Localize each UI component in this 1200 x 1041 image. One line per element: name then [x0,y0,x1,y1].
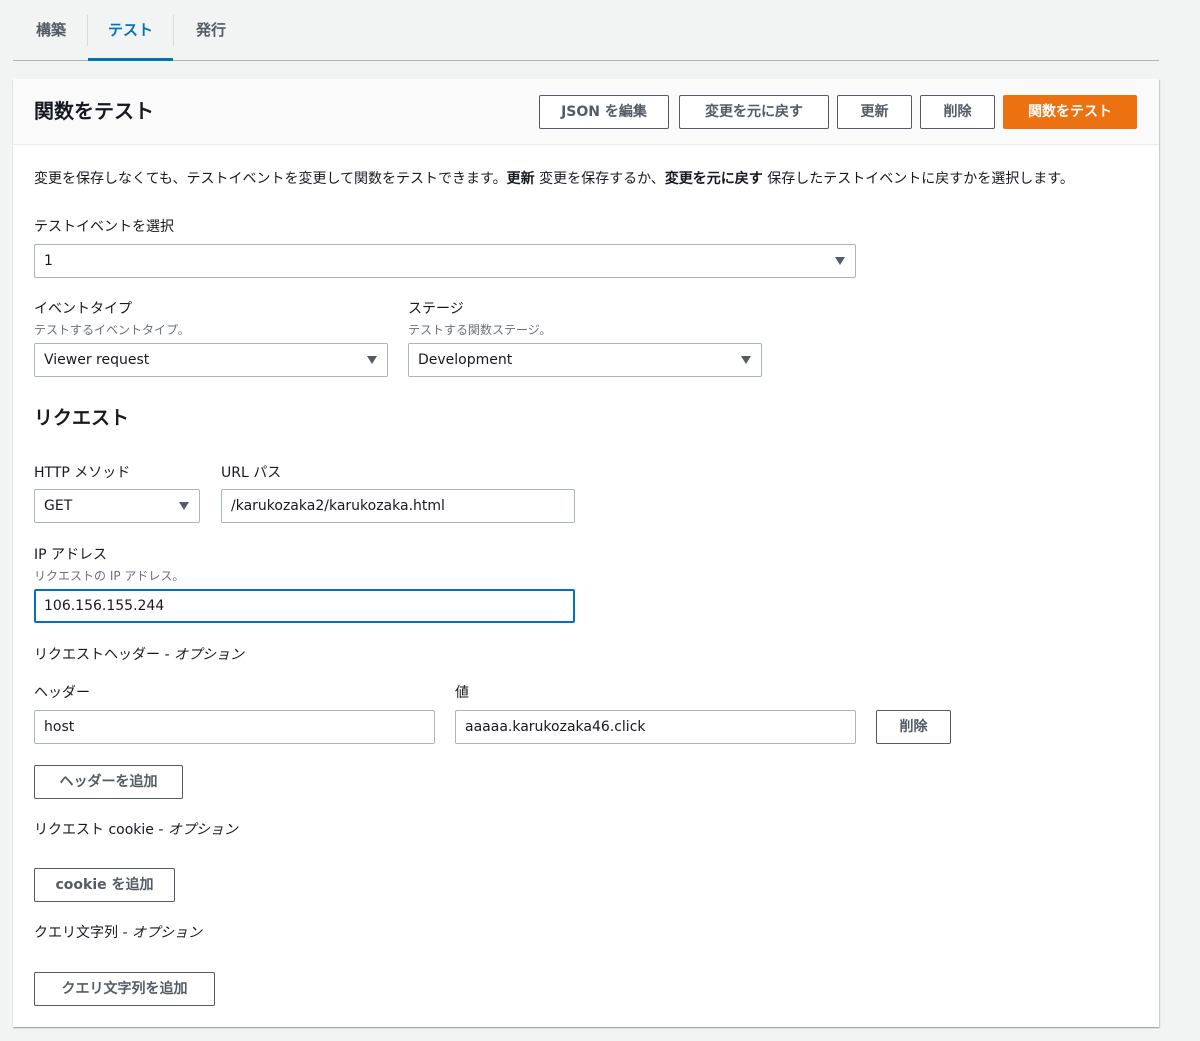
event-type-hint: テストするイベントタイプ。 [34,323,190,337]
test-event-select[interactable]: 1 [34,244,856,278]
event-type-label: イベントタイプ [34,301,132,317]
tab-divider [173,15,174,46]
panel-header: 関数をテスト JSON を編集 変更を元に戻す 更新 削除 関数をテスト [13,79,1159,145]
description-text: 変更を保存しなくても、テストイベントを変更して関数をテストできます。更新 変更を… [34,171,1074,187]
stage-label: ステージ [408,301,464,317]
caret-down-icon [835,257,845,265]
request-heading: リクエスト [34,407,130,429]
url-path-input[interactable]: /karukozaka2/karukozaka.html [221,489,575,523]
test-event-label: テストイベントを選択 [34,219,174,235]
http-method-label: HTTP メソッド [34,465,131,481]
ip-address-hint: リクエストの IP アドレス。 [34,569,185,583]
http-method-select[interactable]: GET [34,489,200,523]
url-path-label: URL パス [221,465,282,481]
stage-select[interactable]: Development [408,343,762,377]
tab-build[interactable]: 構築 [23,0,79,60]
header-column-label: ヘッダー [34,685,90,701]
caret-down-icon [741,356,751,364]
value-column-label: 値 [455,685,469,701]
request-cookie-title: リクエスト cookie - オプション [34,822,238,838]
test-function-panel: 関数をテスト JSON を編集 変更を元に戻す 更新 削除 関数をテスト 変更を… [13,79,1159,1027]
request-headers-title: リクエストヘッダー - オプション [34,647,244,663]
update-button[interactable]: 更新 [837,95,912,129]
test-function-button[interactable]: 関数をテスト [1003,95,1137,129]
add-cookie-button[interactable]: cookie を追加 [34,868,175,902]
revert-changes-button[interactable]: 変更を元に戻す [679,95,829,129]
tab-publish[interactable]: 発行 [183,0,239,60]
delete-button[interactable]: 削除 [920,95,995,129]
query-string-title: クエリ文字列 - オプション [34,925,202,941]
ip-address-input[interactable]: 106.156.155.244 [34,589,575,623]
panel-title: 関数をテスト [34,99,154,123]
header-name-input[interactable]: host [34,710,435,744]
header-value-input[interactable]: aaaaa.karukozaka46.click [455,710,856,744]
add-header-button[interactable]: ヘッダーを追加 [34,765,183,799]
tab-test[interactable]: テスト [88,0,173,61]
ip-address-label: IP アドレス [34,547,108,563]
tab-bar: 構築 テスト 発行 [13,0,1159,61]
stage-hint: テストする関数ステージ。 [408,323,552,337]
caret-down-icon [367,356,377,364]
remove-header-button[interactable]: 削除 [876,710,951,744]
edit-json-button[interactable]: JSON を編集 [539,95,669,129]
caret-down-icon [179,502,189,510]
event-type-select[interactable]: Viewer request [34,343,388,377]
add-query-string-button[interactable]: クエリ文字列を追加 [34,972,215,1006]
